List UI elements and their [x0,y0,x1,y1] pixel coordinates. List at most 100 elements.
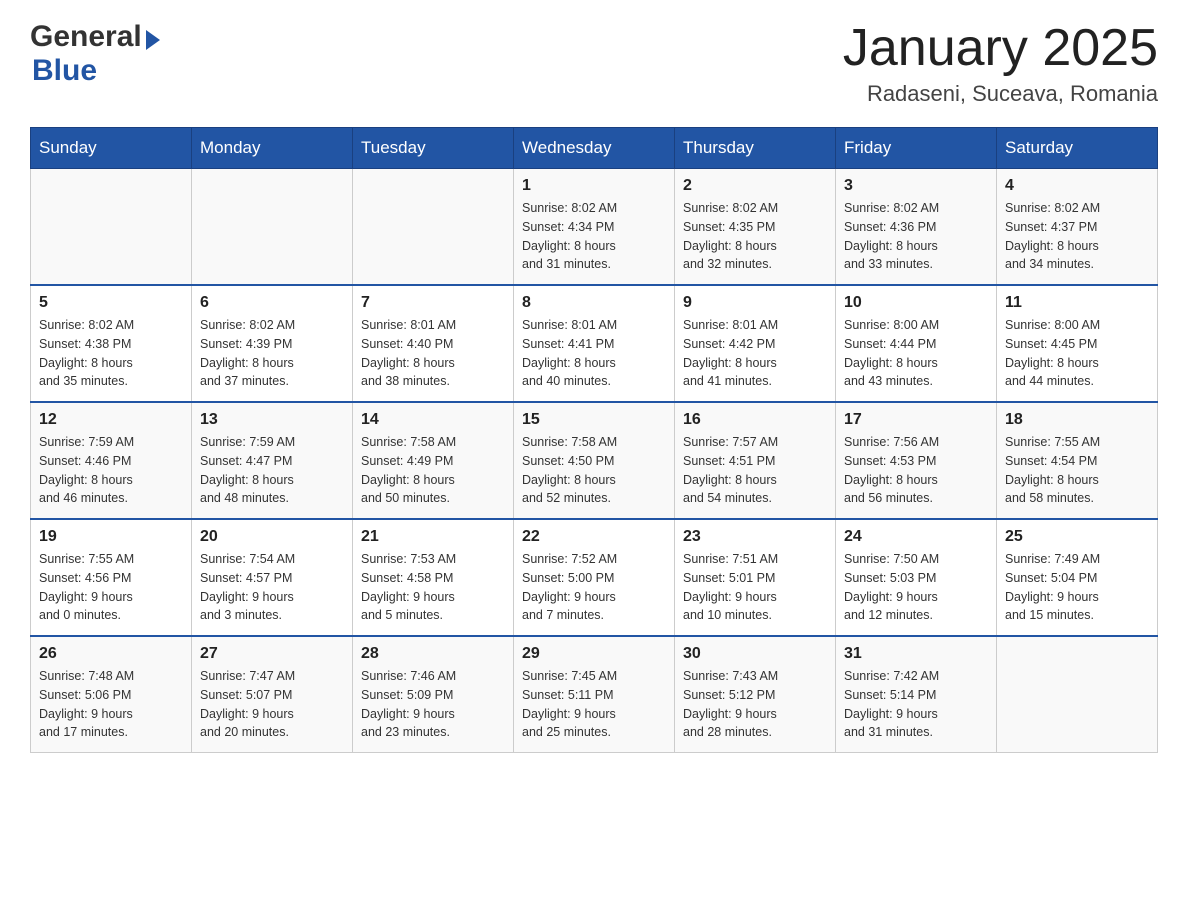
calendar-cell: 16 Sunrise: 7:57 AM Sunset: 4:51 PM Dayli… [675,402,836,519]
day-info: Sunrise: 8:01 AM Sunset: 4:42 PM Dayligh… [683,316,827,391]
column-header-tuesday: Tuesday [353,128,514,169]
calendar-cell [192,169,353,286]
title-area: January 2025 Radaseni, Suceava, Romania [843,20,1158,107]
day-info: Sunrise: 7:49 AM Sunset: 5:04 PM Dayligh… [1005,550,1149,625]
calendar-cell: 3 Sunrise: 8:02 AM Sunset: 4:36 PM Daylig… [836,169,997,286]
calendar-cell [353,169,514,286]
calendar-cell: 10 Sunrise: 8:00 AM Sunset: 4:44 PM Dayli… [836,285,997,402]
calendar-cell: 26 Sunrise: 7:48 AM Sunset: 5:06 PM Dayli… [31,636,192,753]
day-number: 5 [39,294,183,312]
calendar-cell: 2 Sunrise: 8:02 AM Sunset: 4:35 PM Daylig… [675,169,836,286]
logo: General Blue [30,20,160,88]
day-info: Sunrise: 7:58 AM Sunset: 4:49 PM Dayligh… [361,433,505,508]
day-info: Sunrise: 7:55 AM Sunset: 4:56 PM Dayligh… [39,550,183,625]
calendar-cell: 18Sunrise: 7:55 AM Sunset: 4:54 PM Dayli… [997,402,1158,519]
calendar-cell: 12Sunrise: 7:59 AM Sunset: 4:46 PM Dayli… [31,402,192,519]
day-number: 14 [361,411,505,429]
day-number: 7 [361,294,505,312]
day-number: 10 [844,294,988,312]
day-number: 3 [844,177,988,195]
calendar-cell: 30 Sunrise: 7:43 AM Sunset: 5:12 PM Dayli… [675,636,836,753]
calendar-cell: 23Sunrise: 7:51 AM Sunset: 5:01 PM Dayli… [675,519,836,636]
calendar-week-row: 12Sunrise: 7:59 AM Sunset: 4:46 PM Dayli… [31,402,1158,519]
day-number: 17 [844,411,988,429]
day-info: Sunrise: 7:57 AM Sunset: 4:51 PM Dayligh… [683,433,827,508]
day-info: Sunrise: 8:00 AM Sunset: 4:45 PM Dayligh… [1005,316,1149,391]
day-info: Sunrise: 8:02 AM Sunset: 4:38 PM Dayligh… [39,316,183,391]
logo-blue-text: Blue [32,54,97,87]
day-info: Sunrise: 7:46 AM Sunset: 5:09 PM Dayligh… [361,667,505,742]
calendar-cell: 11 Sunrise: 8:00 AM Sunset: 4:45 PM Dayli… [997,285,1158,402]
day-number: 15 [522,411,666,429]
calendar-cell: 31Sunrise: 7:42 AM Sunset: 5:14 PM Dayli… [836,636,997,753]
calendar-header-row: SundayMondayTuesdayWednesdayThursdayFrid… [31,128,1158,169]
logo-triangle-icon [146,30,160,50]
day-info: Sunrise: 7:56 AM Sunset: 4:53 PM Dayligh… [844,433,988,508]
day-info: Sunrise: 8:02 AM Sunset: 4:36 PM Dayligh… [844,199,988,274]
calendar-cell: 22 Sunrise: 7:52 AM Sunset: 5:00 PM Dayli… [514,519,675,636]
day-number: 28 [361,645,505,663]
day-info: Sunrise: 7:43 AM Sunset: 5:12 PM Dayligh… [683,667,827,742]
calendar-cell: 8Sunrise: 8:01 AM Sunset: 4:41 PM Daylig… [514,285,675,402]
day-info: Sunrise: 7:42 AM Sunset: 5:14 PM Dayligh… [844,667,988,742]
day-info: Sunrise: 7:45 AM Sunset: 5:11 PM Dayligh… [522,667,666,742]
column-header-saturday: Saturday [997,128,1158,169]
day-info: Sunrise: 7:47 AM Sunset: 5:07 PM Dayligh… [200,667,344,742]
day-info: Sunrise: 7:50 AM Sunset: 5:03 PM Dayligh… [844,550,988,625]
day-number: 20 [200,528,344,546]
day-info: Sunrise: 8:02 AM Sunset: 4:39 PM Dayligh… [200,316,344,391]
day-info: Sunrise: 7:59 AM Sunset: 4:47 PM Dayligh… [200,433,344,508]
day-info: Sunrise: 8:00 AM Sunset: 4:44 PM Dayligh… [844,316,988,391]
calendar-cell: 5 Sunrise: 8:02 AM Sunset: 4:38 PM Daylig… [31,285,192,402]
day-number: 29 [522,645,666,663]
day-number: 19 [39,528,183,546]
day-number: 2 [683,177,827,195]
day-info: Sunrise: 7:54 AM Sunset: 4:57 PM Dayligh… [200,550,344,625]
calendar-cell: 15Sunrise: 7:58 AM Sunset: 4:50 PM Dayli… [514,402,675,519]
day-number: 11 [1005,294,1149,312]
logo-general-text: General [30,20,142,54]
calendar-cell: 28 Sunrise: 7:46 AM Sunset: 5:09 PM Dayli… [353,636,514,753]
day-info: Sunrise: 7:48 AM Sunset: 5:06 PM Dayligh… [39,667,183,742]
calendar-cell: 7 Sunrise: 8:01 AM Sunset: 4:40 PM Daylig… [353,285,514,402]
calendar-cell [31,169,192,286]
column-header-wednesday: Wednesday [514,128,675,169]
column-header-monday: Monday [192,128,353,169]
day-info: Sunrise: 7:51 AM Sunset: 5:01 PM Dayligh… [683,550,827,625]
day-info: Sunrise: 8:02 AM Sunset: 4:35 PM Dayligh… [683,199,827,274]
day-number: 16 [683,411,827,429]
calendar-cell: 17 Sunrise: 7:56 AM Sunset: 4:53 PM Dayli… [836,402,997,519]
calendar-cell: 21Sunrise: 7:53 AM Sunset: 4:58 PM Dayli… [353,519,514,636]
day-number: 6 [200,294,344,312]
day-number: 4 [1005,177,1149,195]
day-info: Sunrise: 8:01 AM Sunset: 4:41 PM Dayligh… [522,316,666,391]
day-info: Sunrise: 7:53 AM Sunset: 4:58 PM Dayligh… [361,550,505,625]
calendar-cell: 9Sunrise: 8:01 AM Sunset: 4:42 PM Daylig… [675,285,836,402]
day-number: 27 [200,645,344,663]
location-subtitle: Radaseni, Suceava, Romania [843,81,1158,107]
day-info: Sunrise: 8:02 AM Sunset: 4:34 PM Dayligh… [522,199,666,274]
day-info: Sunrise: 8:02 AM Sunset: 4:37 PM Dayligh… [1005,199,1149,274]
calendar-cell: 1 Sunrise: 8:02 AM Sunset: 4:34 PM Daylig… [514,169,675,286]
day-number: 26 [39,645,183,663]
header: General Blue January 2025 Radaseni, Suce… [30,20,1158,107]
day-number: 22 [522,528,666,546]
calendar-cell: 24 Sunrise: 7:50 AM Sunset: 5:03 PM Dayli… [836,519,997,636]
day-number: 24 [844,528,988,546]
calendar-week-row: 19 Sunrise: 7:55 AM Sunset: 4:56 PM Dayli… [31,519,1158,636]
day-number: 12 [39,411,183,429]
calendar-cell: 6 Sunrise: 8:02 AM Sunset: 4:39 PM Daylig… [192,285,353,402]
day-number: 25 [1005,528,1149,546]
day-number: 30 [683,645,827,663]
day-info: Sunrise: 8:01 AM Sunset: 4:40 PM Dayligh… [361,316,505,391]
day-number: 13 [200,411,344,429]
calendar-cell: 25 Sunrise: 7:49 AM Sunset: 5:04 PM Dayli… [997,519,1158,636]
day-info: Sunrise: 7:55 AM Sunset: 4:54 PM Dayligh… [1005,433,1149,508]
day-info: Sunrise: 7:52 AM Sunset: 5:00 PM Dayligh… [522,550,666,625]
page-title: January 2025 [843,20,1158,77]
calendar-cell: 4 Sunrise: 8:02 AM Sunset: 4:37 PM Daylig… [997,169,1158,286]
calendar-cell: 19 Sunrise: 7:55 AM Sunset: 4:56 PM Dayli… [31,519,192,636]
day-number: 1 [522,177,666,195]
calendar-week-row: 26 Sunrise: 7:48 AM Sunset: 5:06 PM Dayli… [31,636,1158,753]
calendar-cell: 14 Sunrise: 7:58 AM Sunset: 4:49 PM Dayli… [353,402,514,519]
